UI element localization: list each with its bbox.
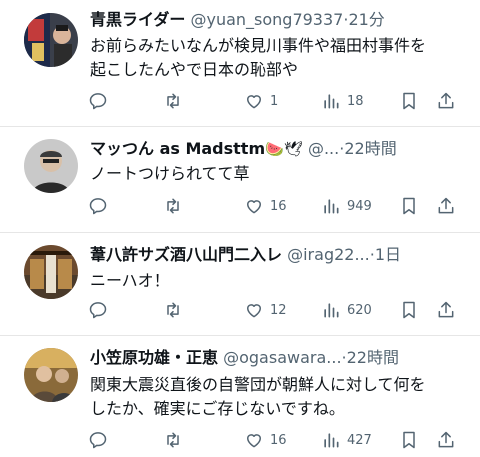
retweet-icon: [167, 198, 179, 214]
like-icon: [247, 95, 261, 109]
timestamp[interactable]: 22時間: [347, 348, 399, 367]
views-count: 18: [347, 93, 364, 109]
timestamp[interactable]: 1日: [375, 245, 401, 264]
tweet[interactable]: マッつん as Madsttm🍉🕊 @...·22時間 ノートつけられてて草 1…: [0, 127, 480, 233]
share-icon: [438, 301, 454, 318]
like-count: 16: [270, 432, 287, 448]
avatar[interactable]: [24, 13, 78, 67]
reply-button[interactable]: [88, 428, 114, 452]
views-icon: [324, 199, 339, 214]
bookmark-icon: [403, 431, 415, 449]
timeline-feed: 青黒ライダー @yuan_song79337·21分 お前らみたいなんが検見川事…: [0, 0, 480, 457]
views-icon: [324, 303, 339, 318]
bookmark-icon: [403, 92, 415, 110]
bookmark-button[interactable]: [399, 89, 419, 113]
like-button[interactable]: 16: [244, 428, 287, 452]
retweet-button[interactable]: [163, 194, 189, 218]
like-count: 1: [270, 93, 279, 109]
reply-icon: [89, 198, 107, 215]
reply-button[interactable]: [88, 89, 114, 113]
bookmark-icon: [403, 197, 415, 215]
display-name[interactable]: 青黒ライダー: [90, 10, 185, 29]
bookmark-icon: [403, 301, 415, 319]
share-button[interactable]: [436, 194, 456, 218]
retweet-button[interactable]: [163, 298, 189, 322]
timestamp[interactable]: 21分: [348, 10, 384, 29]
tweet-header: 青黒ライダー @yuan_song79337·21分: [90, 10, 470, 30]
tweet-text-line: したか、確実にご存じないですね。: [90, 399, 345, 418]
tweet-text-line: お前らみたいなんが検見川事件や福田村事件を: [90, 36, 427, 55]
avatar[interactable]: [24, 348, 78, 402]
tweet-text-line: 関東大震災直後の自警団が朝鮮人に対して何を: [90, 375, 426, 394]
views-button[interactable]: 18: [321, 89, 364, 113]
action-bar: 12 620: [0, 298, 480, 322]
retweet-button[interactable]: [163, 428, 189, 452]
views-count: 949: [347, 198, 372, 214]
views-button[interactable]: 427: [321, 428, 372, 452]
tweet-text-line: ニーハオ！: [90, 271, 170, 290]
share-icon: [438, 431, 454, 448]
action-bar: 16 949: [0, 194, 480, 218]
tweet-text: お前らみたいなんが検見川事件や福田村事件を 起こしたんやで日本の恥部や: [90, 34, 466, 82]
reply-icon: [89, 93, 107, 110]
retweet-icon: [167, 93, 179, 109]
retweet-icon: [167, 302, 179, 318]
tweet-header: 小笠原功雄・正恵 @ogasawara...·22時間: [90, 348, 470, 368]
user-handle[interactable]: @ogasawara...: [223, 348, 341, 367]
timestamp[interactable]: 22時間: [344, 139, 396, 158]
views-icon: [324, 433, 339, 448]
views-icon: [324, 94, 339, 109]
share-icon: [438, 92, 454, 109]
views-button[interactable]: 620: [321, 298, 372, 322]
like-count: 12: [270, 302, 287, 318]
user-handle[interactable]: @irag22...: [287, 245, 370, 264]
retweet-icon: [167, 432, 179, 448]
tweet-header: マッつん as Madsttm🍉🕊 @...·22時間: [90, 139, 470, 159]
like-count: 16: [270, 198, 287, 214]
user-handle[interactable]: @yuan_song79337: [190, 10, 343, 29]
action-bar: 16 427: [0, 428, 480, 452]
like-icon: [247, 434, 261, 448]
avatar[interactable]: [24, 139, 78, 193]
share-button[interactable]: [436, 428, 456, 452]
tweet[interactable]: 葦八許サズ酒八山門二入レ @irag22...·1日 ニーハオ！ 12 620: [0, 233, 480, 336]
like-button[interactable]: 16: [244, 194, 287, 218]
bookmark-button[interactable]: [399, 194, 419, 218]
like-button[interactable]: 1: [244, 89, 278, 113]
reply-button[interactable]: [88, 194, 114, 218]
display-name[interactable]: マッつん as Madsttm: [90, 139, 265, 158]
display-name[interactable]: 葦八許サズ酒八山門二入レ: [90, 245, 282, 264]
like-icon: [247, 304, 261, 318]
share-button[interactable]: [436, 89, 456, 113]
bookmark-button[interactable]: [399, 428, 419, 452]
views-count: 427: [347, 432, 372, 448]
views-button[interactable]: 949: [321, 194, 372, 218]
tweet-text: 関東大震災直後の自警団が朝鮮人に対して何を したか、確実にご存じないですね。: [90, 373, 466, 421]
tweet[interactable]: 小笠原功雄・正恵 @ogasawara...·22時間 関東大震災直後の自警団が…: [0, 336, 480, 457]
tweet-header: 葦八許サズ酒八山門二入レ @irag22...·1日: [90, 245, 470, 265]
tweet-text-line: 起こしたんやで日本の恥部や: [90, 60, 299, 79]
tweet-text: ニーハオ！: [90, 269, 466, 293]
like-button[interactable]: 12: [244, 298, 287, 322]
action-bar: 1 18: [0, 89, 480, 113]
share-icon: [438, 197, 454, 214]
views-count: 620: [347, 302, 372, 318]
retweet-button[interactable]: [163, 89, 189, 113]
share-button[interactable]: [436, 298, 456, 322]
tweet-text-line: ノートつけられてて草: [90, 164, 250, 183]
display-name[interactable]: 小笠原功雄・正恵: [90, 348, 218, 367]
reply-icon: [89, 432, 107, 449]
reply-button[interactable]: [88, 298, 114, 322]
reply-icon: [89, 302, 107, 319]
bookmark-button[interactable]: [399, 298, 419, 322]
avatar[interactable]: [24, 245, 78, 299]
name-emoji: 🍉🕊: [265, 140, 303, 158]
user-handle[interactable]: @...: [308, 139, 339, 158]
tweet-text: ノートつけられてて草: [90, 162, 466, 186]
tweet[interactable]: 青黒ライダー @yuan_song79337·21分 お前らみたいなんが検見川事…: [0, 0, 480, 127]
like-icon: [247, 200, 261, 214]
